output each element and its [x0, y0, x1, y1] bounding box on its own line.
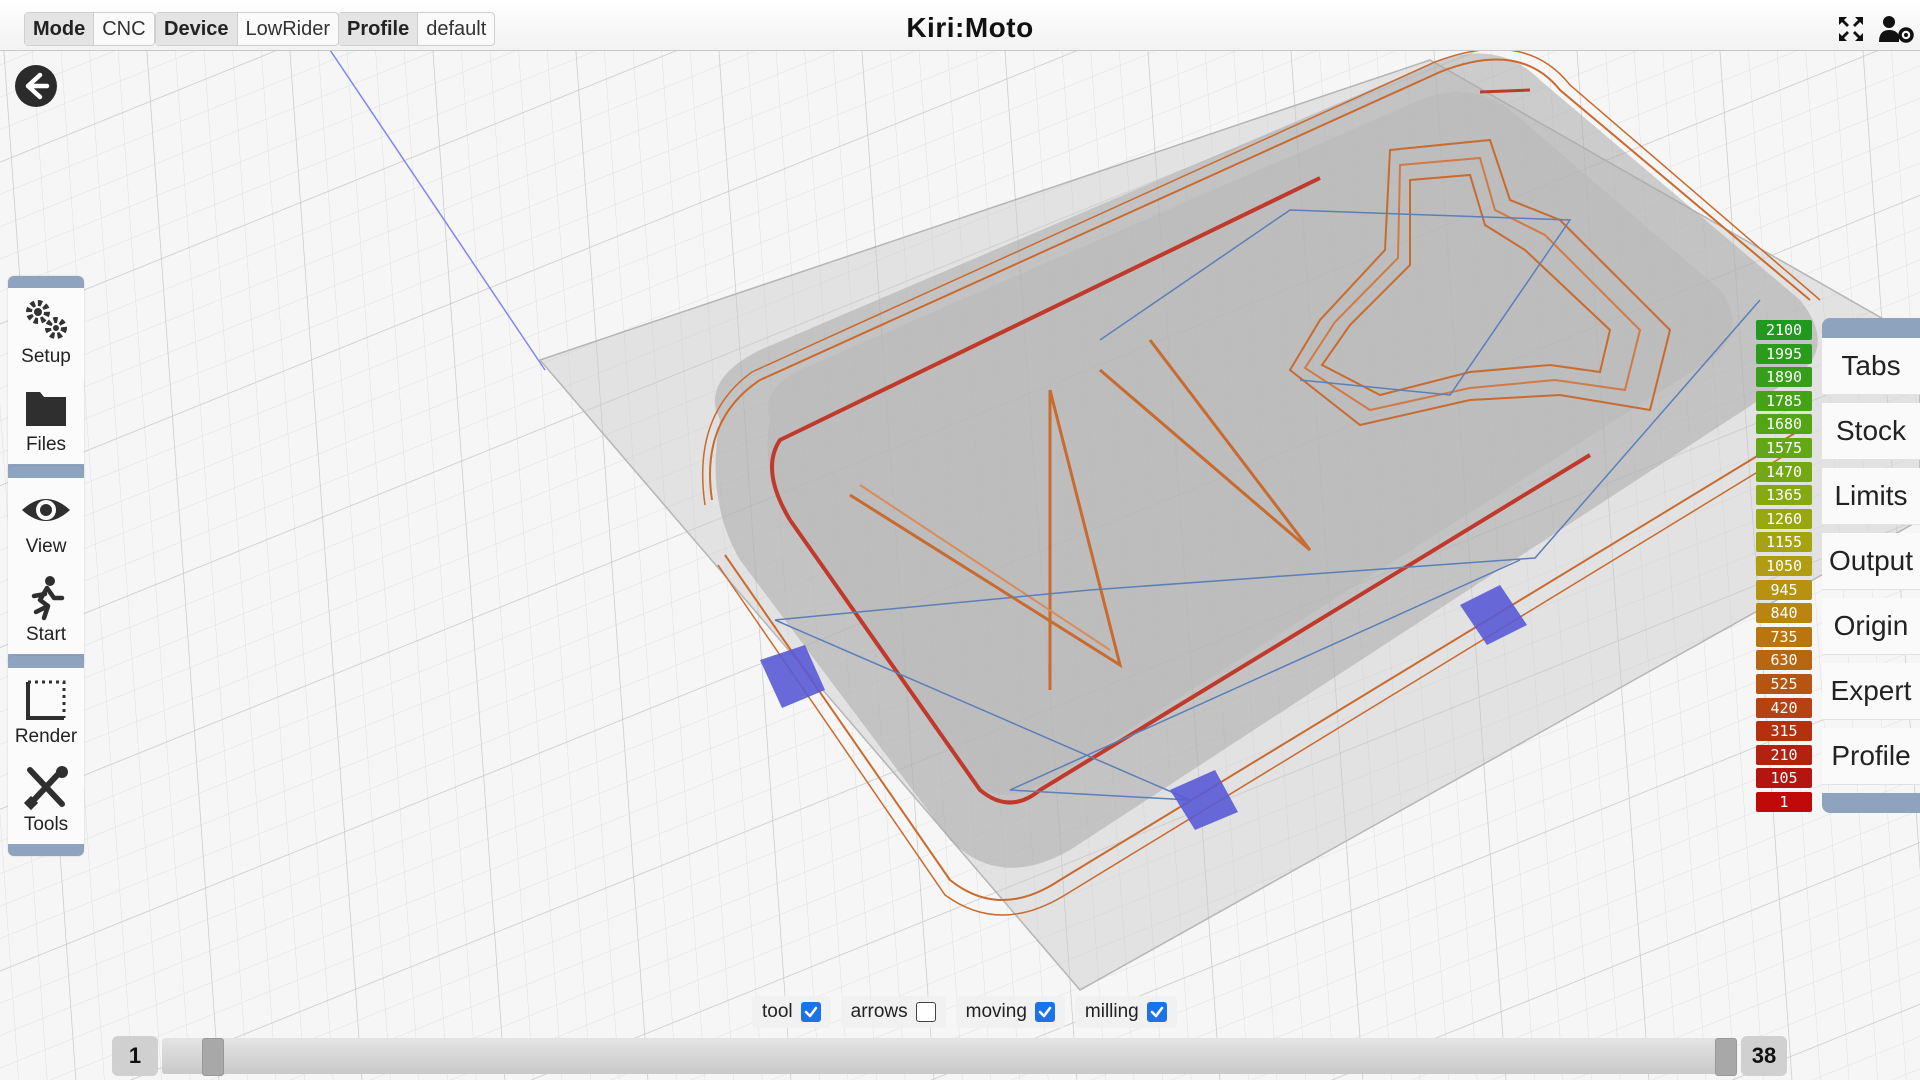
toggle-label: moving [965, 1001, 1027, 1022]
left-menu-group-render: Render Tools [8, 656, 84, 856]
profile-label: Profile [339, 13, 419, 45]
menu-label-files: Files [25, 434, 67, 455]
toggle-milling[interactable]: milling [1074, 996, 1177, 1028]
panel-item-limits[interactable]: Limits [1822, 468, 1920, 525]
layer-max-label: 38 [1741, 1036, 1787, 1076]
3d-viewport[interactable] [0, 0, 1920, 1080]
menu-label-tools: Tools [23, 814, 69, 835]
menu-label-view: View [25, 536, 67, 557]
checkbox[interactable] [915, 1002, 936, 1022]
checkbox[interactable] [1034, 1002, 1055, 1022]
speed-chip: 525 [1756, 673, 1812, 694]
speed-chip: 1890 [1756, 367, 1812, 388]
speed-chip: 1470 [1756, 461, 1812, 482]
toggle-tool[interactable]: tool [752, 996, 831, 1028]
layer-slider-max-handle[interactable] [1715, 1038, 1737, 1076]
speed-chip: 1050 [1756, 555, 1812, 576]
panel-item-tabs[interactable]: Tabs [1822, 338, 1920, 395]
speed-chip: 1 [1756, 791, 1812, 812]
folder-icon [26, 392, 66, 426]
panel-item-profile[interactable]: Profile [1822, 728, 1920, 785]
left-menu-group-setup: Setup Files [8, 276, 84, 476]
checkbox[interactable] [1146, 1002, 1167, 1022]
panel-item-stock[interactable]: Stock [1822, 403, 1920, 460]
back-button[interactable] [14, 64, 58, 108]
toggle-arrows[interactable]: arrows [840, 996, 946, 1028]
user-settings-icon[interactable] [1878, 14, 1914, 44]
speed-chip: 2100 [1756, 320, 1812, 340]
fullscreen-icon[interactable] [1836, 14, 1866, 44]
mode-value: CNC [102, 17, 146, 40]
tools-icon [23, 766, 68, 811]
layer-slider-min-handle[interactable] [202, 1038, 224, 1076]
layer-min-label: 1 [112, 1036, 158, 1076]
speed-chip: 1680 [1756, 414, 1812, 435]
left-menu-group-view: View Start [8, 466, 84, 666]
speed-chip: 735 [1756, 626, 1812, 647]
menu-item-tools[interactable]: Tools [8, 756, 84, 844]
panel-item-output[interactable]: Output [1822, 533, 1920, 590]
menu-label-setup: Setup [21, 346, 71, 367]
panel-item-expert[interactable]: Expert [1822, 663, 1920, 720]
speed-chip: 1995 [1756, 343, 1812, 364]
speed-chip: 945 [1756, 579, 1812, 600]
menu-label-start: Start [25, 624, 67, 645]
speed-chip: 315 [1756, 721, 1812, 742]
speed-chip: 1785 [1756, 390, 1812, 411]
menu-item-setup[interactable]: Setup [8, 288, 84, 376]
toggle-moving[interactable]: moving [955, 996, 1065, 1028]
eye-icon [22, 499, 70, 521]
speed-chip: 630 [1756, 650, 1812, 671]
right-settings-panel: Tabs Stock Limits Output Origin Expert Profile [1822, 318, 1920, 813]
top-bar: Mode CNC Device LowRider Profile default… [0, 0, 1920, 51]
toggle-label: arrows [850, 1001, 908, 1022]
dotted-frame-icon [26, 680, 66, 720]
layer-slider-track[interactable] [162, 1038, 1737, 1076]
profile-value: default [426, 17, 487, 40]
speed-chip: 1365 [1756, 485, 1812, 506]
speed-chip: 210 [1756, 744, 1812, 765]
device-label: Device [156, 13, 238, 45]
feed-speed-legend: 2100 1995 1890 1785 1680 1575 1470 1365 1260 1155… [1756, 320, 1812, 815]
speed-chip: 105 [1756, 768, 1812, 789]
speed-chip: 420 [1756, 697, 1812, 718]
running-figure-icon [31, 576, 65, 621]
menu-item-files[interactable]: Files [8, 376, 84, 464]
speed-chip: 1260 [1756, 508, 1812, 529]
speed-chip: 840 [1756, 603, 1812, 624]
display-toggles: tool arrows moving milling [752, 996, 1177, 1028]
mode-label: Mode [25, 13, 95, 45]
menu-item-view[interactable]: View [8, 478, 84, 566]
panel-item-origin[interactable]: Origin [1822, 598, 1920, 655]
app-title: Kiri:Moto [906, 12, 1034, 43]
layer-slider: 1 38 [112, 1036, 1787, 1076]
toggle-label: tool [762, 1001, 793, 1022]
speed-chip: 1155 [1756, 532, 1812, 553]
toggle-label: milling [1084, 1001, 1139, 1022]
menu-item-start[interactable]: Start [8, 566, 84, 654]
gears-icon [26, 300, 67, 339]
menu-item-render[interactable]: Render [8, 668, 84, 756]
speed-chip: 1575 [1756, 437, 1812, 458]
profile-selector[interactable]: Profile default [338, 12, 496, 46]
menu-label-render: Render [14, 726, 78, 747]
mode-selector[interactable]: Mode CNC [24, 12, 155, 46]
device-value: LowRider [245, 17, 330, 40]
device-selector[interactable]: Device LowRider [155, 12, 339, 46]
checkbox[interactable] [800, 1002, 821, 1022]
